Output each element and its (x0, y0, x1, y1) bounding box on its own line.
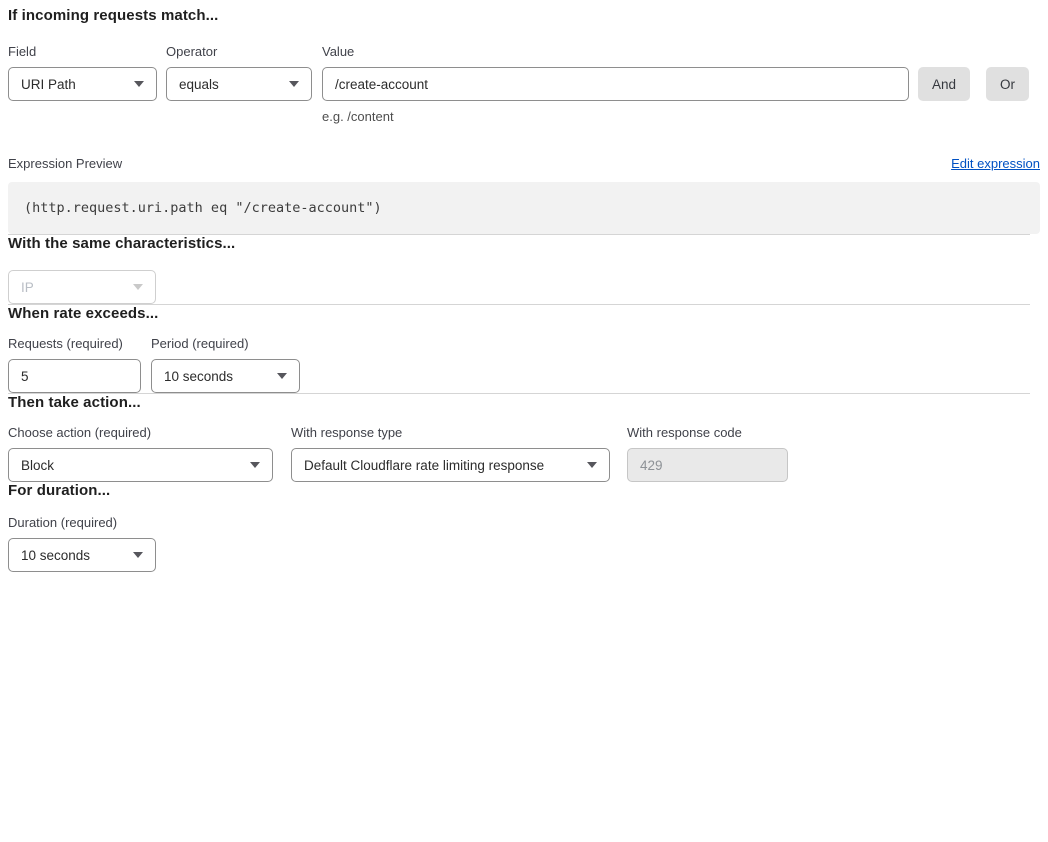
value-hint: e.g. /content (322, 109, 909, 124)
value-group: Value e.g. /content (322, 45, 909, 124)
duration-row: Duration (required) 10 seconds (8, 516, 1040, 572)
chevron-down-icon (134, 81, 144, 87)
expression-preview-label: Expression Preview (8, 156, 122, 171)
action-section-title: Then take action... (8, 394, 1040, 412)
rate-fields-row: Requests (required) Period (required) 10… (8, 337, 1040, 393)
match-section-title: If incoming requests match... (8, 0, 1040, 25)
characteristics-row: IP (8, 270, 1040, 304)
match-fields-row: Field URI Path Operator equals Value e.g… (8, 45, 1040, 124)
response-type-group: With response type Default Cloudflare ra… (291, 426, 610, 482)
period-select[interactable]: 10 seconds (151, 359, 300, 393)
operator-label: Operator (166, 45, 312, 58)
operator-group: Operator equals (166, 45, 312, 101)
field-select-value: URI Path (21, 77, 76, 92)
chevron-down-icon (133, 284, 143, 290)
response-type-label: With response type (291, 426, 610, 439)
response-code-input (627, 448, 788, 482)
or-button[interactable]: Or (986, 67, 1029, 101)
chevron-down-icon (250, 462, 260, 468)
characteristic-select-value: IP (21, 280, 34, 295)
value-label: Value (322, 45, 909, 58)
duration-section-title: For duration... (8, 482, 1040, 500)
expression-preview-code: (http.request.uri.path eq "/create-accou… (8, 182, 1040, 234)
action-select[interactable]: Block (8, 448, 273, 482)
requests-group: Requests (required) (8, 337, 141, 393)
expression-preview-header: Expression Preview Edit expression (8, 156, 1040, 171)
and-or-buttons: And Or (918, 45, 1029, 101)
duration-select-value: 10 seconds (21, 548, 90, 563)
field-label: Field (8, 45, 157, 58)
characteristic-select: IP (8, 270, 156, 304)
rate-section-title: When rate exceeds... (8, 305, 1040, 323)
chevron-down-icon (587, 462, 597, 468)
chevron-down-icon (277, 373, 287, 379)
response-type-select[interactable]: Default Cloudflare rate limiting respons… (291, 448, 610, 482)
period-label: Period (required) (151, 337, 300, 350)
action-label: Choose action (required) (8, 426, 273, 439)
response-code-group: With response code (627, 426, 788, 482)
edit-expression-link[interactable]: Edit expression (951, 156, 1040, 171)
action-fields-row: Choose action (required) Block With resp… (8, 426, 1040, 482)
field-group: Field URI Path (8, 45, 157, 101)
action-group: Choose action (required) Block (8, 426, 273, 482)
characteristics-section-title: With the same characteristics... (8, 235, 1040, 253)
value-input[interactable] (322, 67, 909, 101)
duration-select[interactable]: 10 seconds (8, 538, 156, 572)
and-button[interactable]: And (918, 67, 970, 101)
field-select[interactable]: URI Path (8, 67, 157, 101)
action-select-value: Block (21, 458, 54, 473)
requests-label: Requests (required) (8, 337, 141, 350)
period-select-value: 10 seconds (164, 369, 233, 384)
duration-label: Duration (required) (8, 516, 156, 529)
operator-select[interactable]: equals (166, 67, 312, 101)
chevron-down-icon (289, 81, 299, 87)
response-code-label: With response code (627, 426, 788, 439)
duration-group: Duration (required) 10 seconds (8, 516, 156, 572)
rate-limiting-rule-form: If incoming requests match... Field URI … (0, 0, 1048, 572)
period-group: Period (required) 10 seconds (151, 337, 300, 393)
chevron-down-icon (133, 552, 143, 558)
operator-select-value: equals (179, 77, 219, 92)
expression-code-text: (http.request.uri.path eq "/create-accou… (24, 200, 382, 216)
response-type-select-value: Default Cloudflare rate limiting respons… (304, 458, 544, 473)
requests-input[interactable] (8, 359, 141, 393)
